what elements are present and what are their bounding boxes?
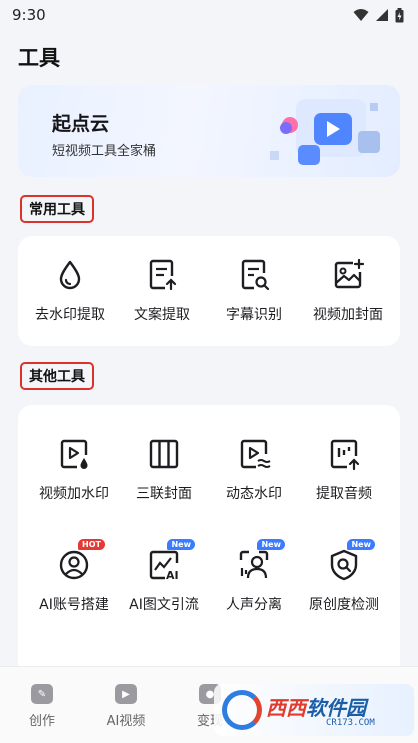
tool-extract-copy[interactable]: 文案提取 [114,258,210,324]
tool-dynamic-watermark[interactable]: 动态水印 [206,437,302,503]
watermark-brand-a: 西西 [266,696,306,720]
tool-remove-watermark[interactable]: 去水印提取 [22,258,118,324]
tool-label: 原创度检测 [309,597,379,613]
tool-subtitle-recognition[interactable]: 字幕识别 [206,258,302,324]
ai-chart-icon: AI [149,550,179,582]
watermark-brand-b: 软件园 [306,696,366,720]
signal-icon [376,9,388,21]
ai-account-icon-wrap: HOT [57,539,105,582]
tool-label: 动态水印 [226,486,282,502]
tool-video-cover[interactable]: 视频加封面 [300,258,396,324]
tool-label: 三联封面 [136,486,192,502]
banner-subtitle: 短视频工具全家桶 [52,144,157,159]
tool-label: 去水印提取 [35,307,105,323]
page-title: 工具 [18,46,60,70]
status-bar: 9:30 [0,0,418,30]
tool-label: 字幕识别 [226,307,282,323]
tab-ai-video[interactable]: ▶ AI视频 [84,684,168,729]
tool-label: AI图文引流 [129,597,199,613]
wifi-icon [353,9,369,21]
hot-badge: HOT [78,539,105,550]
new-badge: New [167,539,195,550]
triple-cover-icon [149,439,179,469]
ai-chart-icon-wrap: AI New [147,539,195,582]
new-badge: New [257,539,285,550]
tool-ai-image-text[interactable]: AI New AI图文引流 [116,539,212,614]
common-tools-card: 去水印提取 文案提取 字幕识别 视频加封面 [18,236,400,346]
tool-extract-audio[interactable]: 提取音频 [296,437,392,503]
other-tools-heading: 其他工具 [20,362,94,390]
tool-triple-cover[interactable]: 三联封面 [116,437,212,503]
voice-separation-icon-wrap: New [237,539,285,582]
tool-label: 视频加水印 [39,486,109,502]
document-upload-icon [149,259,177,291]
status-time: 9:30 [12,6,46,24]
battery-icon [395,7,404,22]
svg-text:AI: AI [166,569,179,582]
ai-account-icon [59,550,89,580]
create-icon: ✎ [31,684,53,704]
tool-label: 视频加封面 [313,307,383,323]
tool-originality-check[interactable]: New 原创度检测 [296,539,392,614]
common-tools-heading: 常用工具 [20,195,94,223]
ai-video-icon: ▶ [115,684,137,704]
tool-label: 文案提取 [134,307,190,323]
originality-check-icon [330,549,358,581]
extract-audio-icon [330,439,360,471]
voice-separation-icon [239,550,269,579]
video-watermark-icon [60,439,88,469]
tab-label: AI视频 [106,714,146,729]
banner-illustration [270,99,380,165]
tool-label: 提取音频 [316,486,372,502]
watermark-url: CR173.COM [326,718,375,728]
tool-label: AI账号搭建 [39,597,109,613]
new-badge: New [347,539,375,550]
banner-title: 起点云 [52,113,110,135]
tool-ai-account[interactable]: HOT AI账号搭建 [26,539,122,614]
other-tools-card: 视频加水印 三联封面 动态水印 提取音频 HOT AI账号搭建 AI New A… [18,405,400,705]
originality-check-icon-wrap: New [327,539,375,582]
watermark-logo [222,690,262,730]
site-watermark: 西西软件园 CR173.COM [214,684,414,736]
promo-banner[interactable]: 起点云 短视频工具全家桶 [18,85,400,177]
watermark-brand: 西西软件园 [266,692,366,721]
water-drop-icon [59,260,81,290]
image-add-icon [334,258,365,289]
tab-create[interactable]: ✎ 创作 [0,684,84,729]
status-icons [353,7,404,23]
tool-label: 人声分离 [226,597,282,613]
tool-video-watermark[interactable]: 视频加水印 [26,437,122,503]
document-search-icon [241,259,270,291]
tool-voice-separation[interactable]: New 人声分离 [206,539,302,614]
tab-label: 创作 [28,714,55,729]
dynamic-watermark-icon [240,439,271,469]
